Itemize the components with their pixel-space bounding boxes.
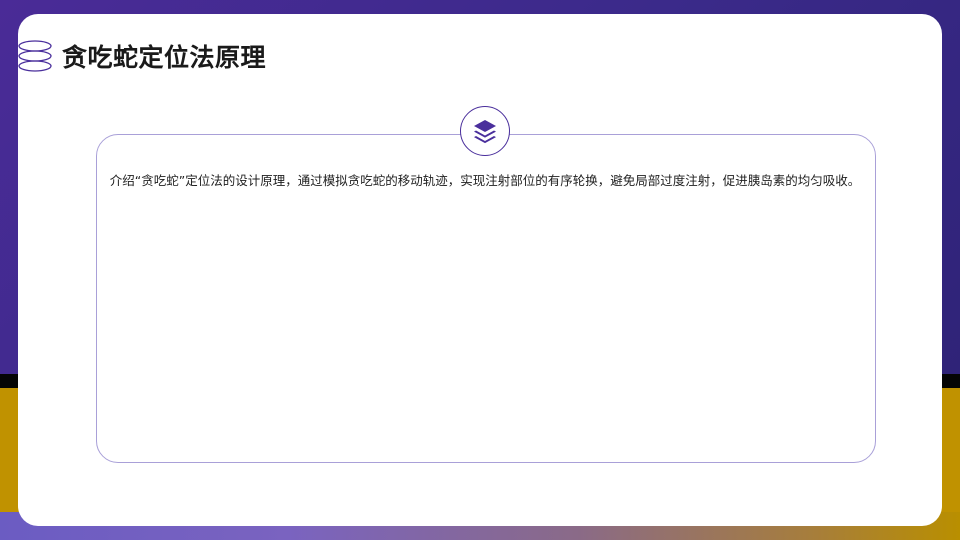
card-description: 介绍“贪吃蛇”定位法的设计原理，通过模拟贪吃蛇的移动轨迹，实现注射部位的有序轮换… (109, 173, 861, 188)
layers-icon (474, 120, 496, 144)
card-badge (460, 106, 510, 156)
page-title: 贪吃蛇定位法原理 (62, 43, 267, 72)
rings-decoration-icon (18, 40, 52, 72)
